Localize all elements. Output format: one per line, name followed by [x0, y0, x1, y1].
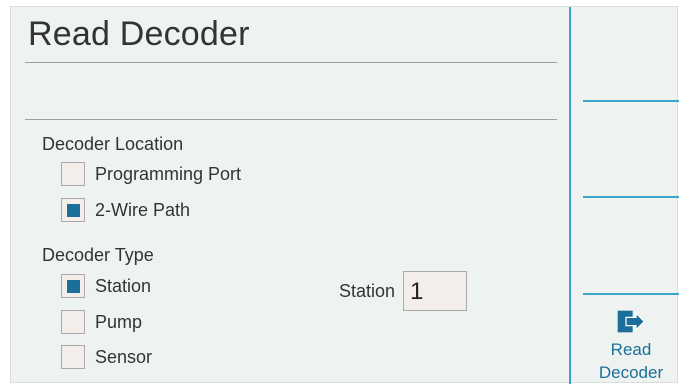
sensor-type-option[interactable]: Sensor — [61, 345, 152, 369]
softkey-separator-3 — [583, 293, 679, 295]
read-decoder-label: Read Decoder — [599, 338, 663, 384]
decoder-type-label: Decoder Type — [42, 245, 154, 265]
title-divider — [25, 62, 557, 63]
pump-type-checkbox[interactable] — [61, 310, 85, 334]
programming-port-label: Programming Port — [95, 163, 242, 184]
two-wire-path-checkbox[interactable] — [61, 198, 85, 222]
two-wire-path-label: 2-Wire Path — [95, 199, 191, 220]
programming-port-option[interactable]: Programming Port — [61, 162, 241, 186]
station-number-input[interactable]: 1 — [403, 271, 468, 311]
read-decoder-label-line2: Decoder — [598, 363, 664, 382]
sensor-type-checkbox[interactable] — [61, 345, 85, 369]
station-label: Station — [339, 280, 396, 301]
page-title: Read Decoder — [28, 15, 250, 53]
station-type-checkbox[interactable] — [61, 274, 85, 298]
two-wire-path-option[interactable]: 2-Wire Path — [61, 198, 190, 222]
read-decoder-softkey[interactable]: Read Decoder — [583, 301, 679, 384]
decoder-location-label: Decoder Location — [42, 134, 184, 154]
softkey-separator-1 — [583, 100, 679, 102]
sensor-type-label: Sensor — [95, 346, 153, 367]
decoder-screen: Read Decoder Decoder Location Programmin… — [10, 6, 679, 384]
station-field: Station 1 — [339, 271, 468, 311]
read-decoder-label-line1: Read — [610, 340, 652, 359]
softkey-divider — [569, 7, 571, 384]
station-type-option[interactable]: Station — [61, 274, 151, 298]
pump-type-label: Pump — [95, 311, 143, 332]
content-divider — [25, 119, 557, 120]
softkey-separator-2 — [583, 196, 679, 198]
station-type-label: Station — [95, 275, 152, 296]
pump-type-option[interactable]: Pump — [61, 310, 142, 334]
read-decoder-icon — [617, 310, 646, 333]
programming-port-checkbox[interactable] — [61, 162, 85, 186]
